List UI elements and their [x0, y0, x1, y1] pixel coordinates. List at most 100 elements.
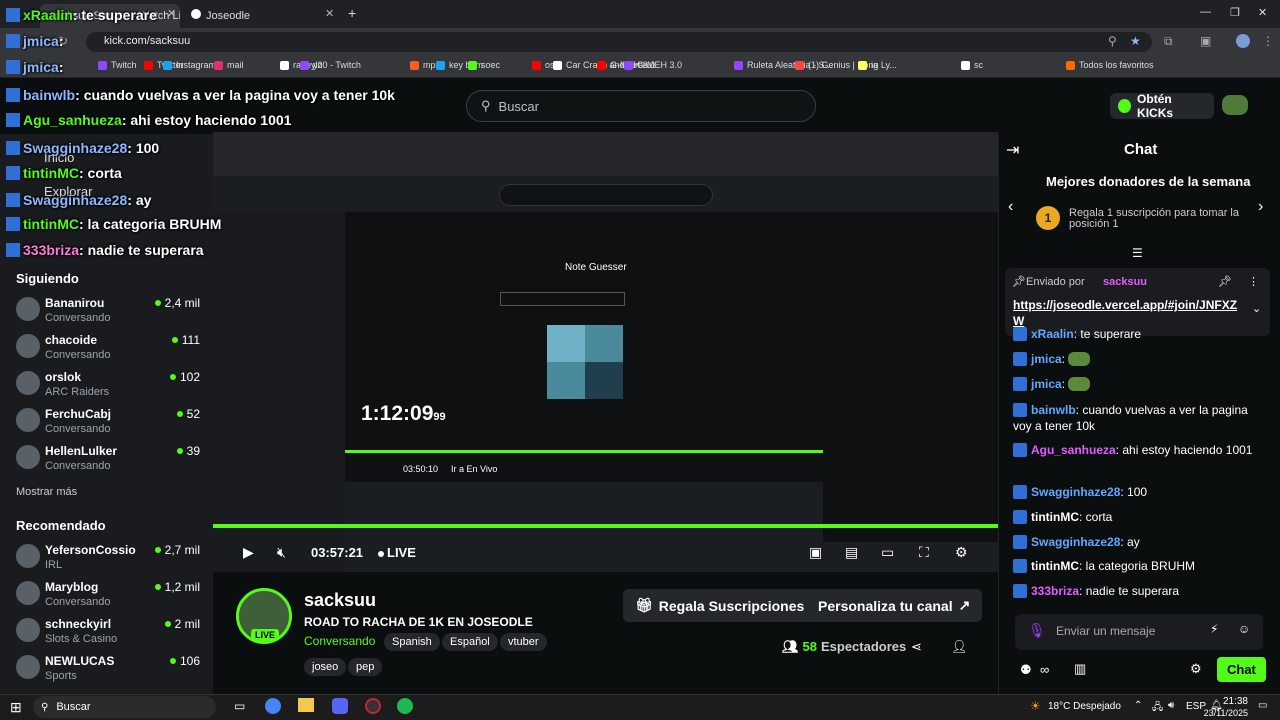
- bookmark-star-icon[interactable]: ★: [1130, 34, 1141, 48]
- weather-text[interactable]: 18°C Despejado: [1048, 701, 1121, 712]
- recommended-name[interactable]: YefersonCossio: [45, 543, 136, 557]
- discord-icon[interactable]: [332, 698, 348, 714]
- gift-subs-button[interactable]: 🎁︎ Regala Suscripciones: [623, 589, 817, 622]
- unpin-icon[interactable]: 📌︎: [1218, 275, 1232, 288]
- follow-icon[interactable]: 👤︎: [951, 639, 968, 655]
- progress-bar[interactable]: [213, 524, 998, 528]
- chat-username[interactable]: tintinMC: [1031, 510, 1079, 524]
- chrome-icon[interactable]: [265, 698, 281, 714]
- profile-avatar[interactable]: [1236, 34, 1250, 48]
- avatar[interactable]: [16, 334, 40, 358]
- minimize-icon[interactable]: —: [1200, 6, 1211, 18]
- zoom-icon[interactable]: ⚲: [1108, 34, 1117, 48]
- get-kicks-button[interactable]: Obtén KICKs: [1110, 92, 1214, 120]
- following-name[interactable]: HellenLulker: [45, 444, 117, 458]
- pinned-link[interactable]: https://joseodle.vercel.app/#join/JNFXZW: [1013, 297, 1245, 329]
- chat-username[interactable]: Swagginhaze28: [1031, 535, 1120, 549]
- mute-icon[interactable]: 🔇︎: [277, 544, 286, 561]
- avatar[interactable]: [16, 618, 40, 642]
- chevron-down-icon[interactable]: ⌄: [1252, 302, 1261, 315]
- avatar[interactable]: [16, 297, 40, 321]
- recommended-name[interactable]: schneckyirl: [45, 617, 111, 631]
- chat-message[interactable]: Swagginhaze28: ay: [1013, 534, 1263, 550]
- chat-message[interactable]: jmica:: [1013, 351, 1263, 367]
- sidepanel-icon[interactable]: ▣: [1200, 34, 1211, 48]
- bookmark-15[interactable]: ia: [858, 60, 878, 70]
- filter-icon[interactable]: ☰: [1132, 246, 1143, 260]
- bookmark-9[interactable]: os: [532, 60, 555, 70]
- chat-message[interactable]: tintinMC: corta: [1013, 509, 1263, 525]
- emoji-icon[interactable]: ☺: [1238, 622, 1250, 636]
- tag-espanol[interactable]: Español: [442, 633, 498, 651]
- points-icon[interactable]: ⚉: [1020, 662, 1032, 678]
- chat-username[interactable]: jmica: [1031, 377, 1062, 391]
- chat-username[interactable]: Swagginhaze28: [1031, 485, 1120, 499]
- chevron-right-icon[interactable]: ›: [1258, 198, 1263, 216]
- chat-message[interactable]: jmica:: [1013, 376, 1263, 392]
- new-tab-icon[interactable]: +: [348, 5, 356, 21]
- following-name[interactable]: Bananirou: [45, 296, 104, 310]
- volume-icon[interactable]: 🔊︎: [1168, 700, 1174, 711]
- chat-username[interactable]: 333briza: [1031, 584, 1079, 598]
- chat-username[interactable]: bainwlb: [1031, 403, 1076, 417]
- bookmark-12[interactable]: G-MEH 3.0: [624, 60, 682, 70]
- video-player[interactable]: Note Guesser 1:12:0999 03:50:10 Ir a En …: [213, 132, 998, 572]
- channel-name[interactable]: sacksuu: [304, 590, 376, 611]
- chat-message[interactable]: 333briza: nadie te superara: [1013, 583, 1263, 599]
- tag-spanish[interactable]: Spanish: [384, 633, 440, 651]
- following-name[interactable]: FerchuCabj: [45, 407, 111, 421]
- avatar[interactable]: [16, 655, 40, 679]
- avatar[interactable]: [16, 408, 40, 432]
- explorer-icon[interactable]: [298, 698, 314, 712]
- bookmark-2[interactable]: Instagram: [163, 60, 216, 70]
- obs-icon[interactable]: [365, 698, 381, 714]
- bookmark-3[interactable]: mail: [214, 60, 244, 70]
- user-avatar[interactable]: [1222, 95, 1248, 115]
- live-label[interactable]: LIVE: [387, 545, 416, 560]
- bookmark-16[interactable]: sc: [961, 60, 983, 70]
- show-more-link[interactable]: Mostrar más: [16, 486, 77, 498]
- task-view-icon[interactable]: ▭: [234, 699, 245, 713]
- mic-icon[interactable]: 🎙︎: [1028, 622, 1046, 639]
- infinity-icon[interactable]: ∞: [1040, 662, 1049, 677]
- avatar[interactable]: [16, 371, 40, 395]
- chat-message[interactable]: tintinMC: la categoria BRUHM: [1013, 558, 1263, 574]
- fullscreen-icon[interactable]: ⛶: [919, 544, 929, 561]
- tag-joseo[interactable]: joseo: [304, 658, 347, 676]
- chat-username[interactable]: Agu_sanhueza: [1031, 443, 1116, 457]
- chat-send-button[interactable]: Chat: [1217, 657, 1266, 682]
- spotify-icon[interactable]: [397, 698, 413, 714]
- chat-message[interactable]: bainwlb: cuando vuelvas a ver la pagina …: [1013, 402, 1263, 434]
- bookmark-0[interactable]: Twitch: [98, 60, 137, 70]
- action-center-icon[interactable]: ▭: [1258, 700, 1267, 711]
- tag-pep[interactable]: pep: [348, 658, 383, 676]
- theater-icon[interactable]: ▭: [881, 544, 894, 561]
- more-icon[interactable]: ⋮: [1248, 275, 1259, 288]
- menu-dots-icon[interactable]: ⋮: [1262, 34, 1274, 48]
- stream-category[interactable]: Conversando: [304, 634, 375, 648]
- bookmark-8[interactable]: soec: [468, 60, 500, 70]
- avatar[interactable]: [16, 581, 40, 605]
- chat-username[interactable]: jmica: [1031, 352, 1062, 366]
- chat-message[interactable]: Agu_sanhueza: ahi estoy haciendo 1001: [1013, 442, 1263, 458]
- bookmark-14[interactable]: (1) Genius | Song Ly...: [795, 60, 897, 70]
- following-name[interactable]: orslok: [45, 370, 81, 384]
- collapse-chat-icon[interactable]: ⇥: [1006, 140, 1019, 160]
- miniplayer-icon[interactable]: ▣: [809, 544, 822, 561]
- close-tab-icon[interactable]: ✕: [167, 7, 176, 20]
- close-window-icon[interactable]: ✕: [1258, 6, 1267, 19]
- settings-icon[interactable]: ⚙: [955, 544, 968, 561]
- tab-joseodle[interactable]: Joseodle: [184, 4, 334, 28]
- commands-icon[interactable]: ⚡︎: [1210, 622, 1218, 636]
- network-icon[interactable]: 🖧︎: [1152, 700, 1163, 717]
- chevron-left-icon[interactable]: ‹: [1008, 198, 1013, 216]
- share-icon[interactable]: ⋖: [911, 639, 922, 655]
- chat-username[interactable]: xRaalin: [1031, 327, 1074, 341]
- bookmark-17[interactable]: Todos los favoritos: [1066, 60, 1154, 70]
- close-tab-icon[interactable]: ✕: [325, 7, 334, 20]
- extensions-icon[interactable]: ⧉: [1164, 34, 1173, 49]
- avatar[interactable]: [16, 544, 40, 568]
- chat-username[interactable]: tintinMC: [1031, 559, 1079, 573]
- clock-time[interactable]: 21:38: [1214, 696, 1248, 707]
- chat-settings-icon[interactable]: ⚙: [1190, 661, 1202, 677]
